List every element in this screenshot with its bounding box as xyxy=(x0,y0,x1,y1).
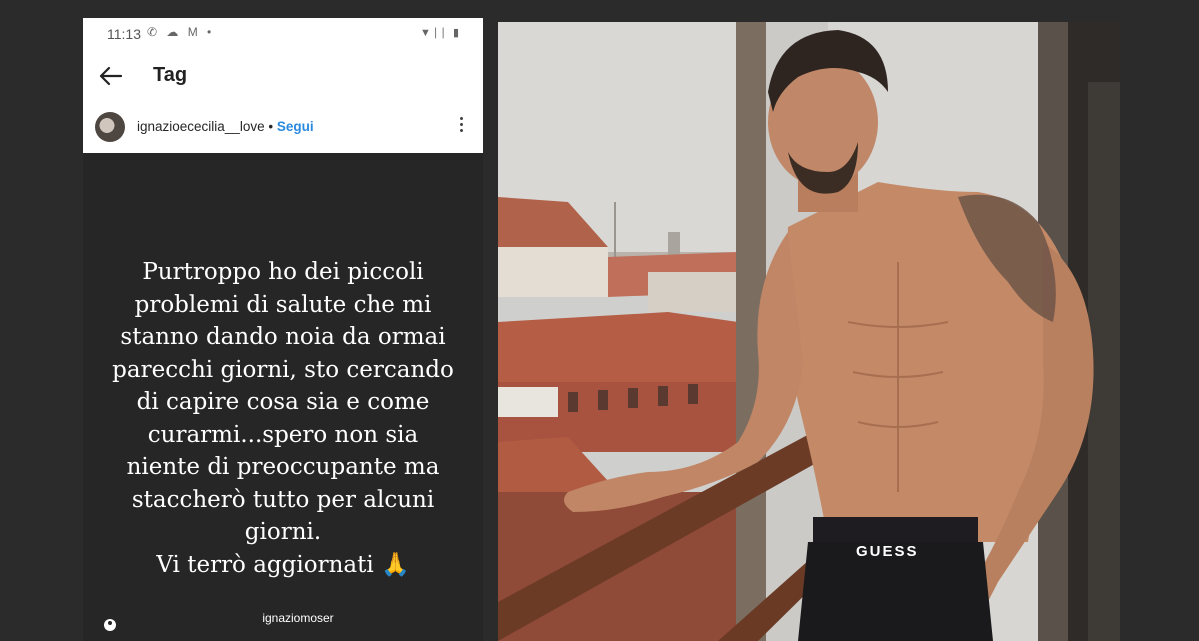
story-text: Purtroppo ho dei piccoli problemi di sal… xyxy=(103,256,463,581)
app-header: 11:13 ✆ ☁ M • ▼∣∣ ▮ Tag ignazioececilia_… xyxy=(83,18,483,153)
separator-dot: • xyxy=(268,119,274,134)
more-options-icon[interactable] xyxy=(455,114,467,138)
status-time: 11:13 xyxy=(107,26,141,42)
avatar[interactable] xyxy=(95,112,125,142)
brand-text: GUESS xyxy=(856,543,919,560)
back-arrow-icon[interactable] xyxy=(95,60,127,92)
story-line: Purtroppo ho dei piccoli xyxy=(142,259,424,285)
photo-illustration: GUESS xyxy=(498,22,1120,641)
story-line: parecchi giorni, sto cercando xyxy=(112,356,454,383)
story-line: problemi di salute che mi xyxy=(134,291,432,318)
story-line: di capire cosa sia e come xyxy=(136,389,430,415)
notification-icons: ✆ ☁ M • xyxy=(147,25,215,39)
post-user-line: ignazioececilia__love • Segui xyxy=(137,119,314,134)
follow-button[interactable]: Segui xyxy=(277,119,314,134)
username-link[interactable]: ignazioececilia__love xyxy=(137,119,265,134)
story-line: niente di preoccupante ma xyxy=(126,454,440,480)
status-bar: 11:13 ✆ ☁ M • ▼∣∣ ▮ xyxy=(83,18,483,50)
story-line: Vi terrò aggiornati 🙏 xyxy=(156,551,410,578)
post-header: ignazioececilia__love • Segui xyxy=(83,110,483,146)
nav-bar: Tag xyxy=(83,58,483,98)
story-author-name: ignaziomoser xyxy=(262,611,334,625)
story-line: giorni. xyxy=(244,519,322,545)
story-line: staccherò tutto per alcuni xyxy=(131,486,435,513)
instagram-screenshot: 11:13 ✆ ☁ M • ▼∣∣ ▮ Tag ignazioececilia_… xyxy=(83,18,483,641)
story-author: ignaziomoser xyxy=(83,611,483,625)
page-title: Tag xyxy=(153,64,188,86)
story-line: stanno dando noia da ormai xyxy=(120,324,446,350)
photo-man-at-window: GUESS xyxy=(498,22,1120,641)
signal-battery-icons: ▼∣∣ ▮ xyxy=(420,27,461,39)
story-line: curarmi...spero non sia xyxy=(147,421,419,448)
